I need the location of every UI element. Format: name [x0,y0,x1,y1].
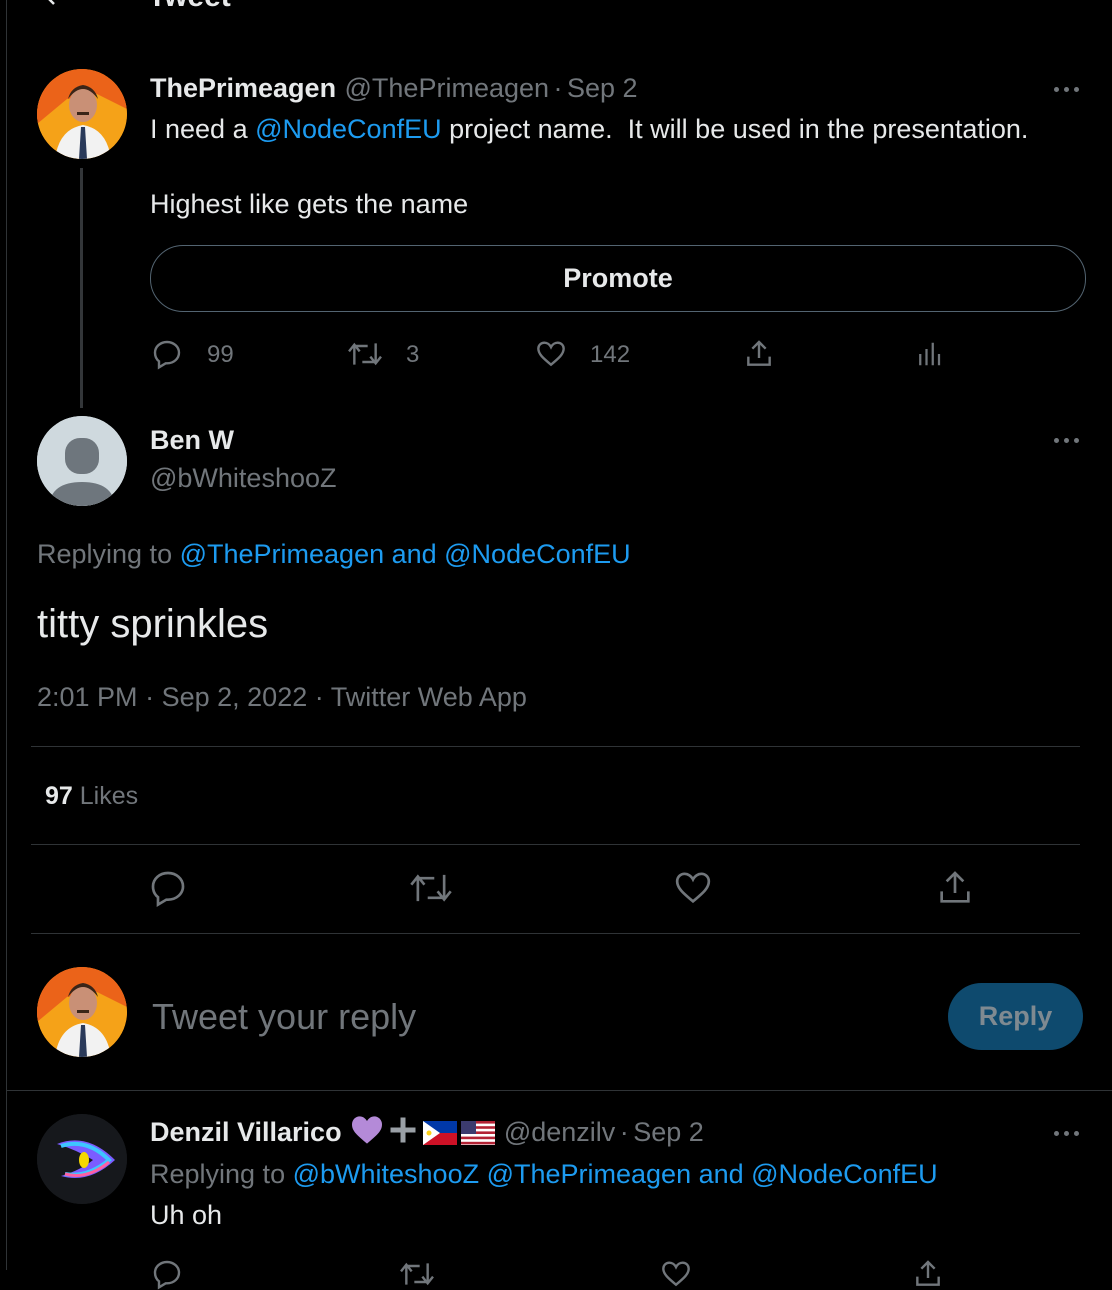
tweet-date[interactable]: Sep 2 [633,1117,704,1147]
thread-line [80,168,83,408]
promote-button[interactable]: Promote [150,245,1086,312]
likes-count: 97 [45,782,73,810]
reply-icon[interactable] [151,1258,183,1290]
mention-link[interactable]: @NodeConfEU [255,114,442,144]
reply-icon[interactable] [151,338,183,370]
analytics-icon[interactable] [914,338,944,370]
divider [31,746,1080,747]
divider [31,844,1080,845]
retweet-count: 3 [406,341,420,368]
tweet-date[interactable]: Sep 2, 2022 [162,682,308,712]
likes-stat[interactable]: 97 Likes [45,780,138,812]
author-name[interactable]: Denzil Villarico [150,1117,342,1147]
tweet-header: ThePrimeagen @ThePrimeagen · Sep 2 [150,71,638,110]
tweet-text: I need a @NodeConfEU project name. It wi… [150,112,1028,146]
retweet-icon[interactable] [398,1258,436,1290]
tweet-header: Denzil Villarico @denzilv · Sep 2 [150,1115,704,1158]
more-icon[interactable] [1054,435,1084,445]
replying-prefix: Replying to [37,539,180,569]
separator: · [619,1117,629,1147]
separator: · [553,73,563,103]
promote-label: Promote [563,263,673,293]
back-icon[interactable] [40,0,60,6]
reply-count: 99 [207,341,234,368]
replying-targets[interactable]: @ThePrimeagen and @NodeConfEU [180,539,631,569]
tweet-text-line2: Highest like gets the name [150,189,469,219]
divider [31,933,1080,934]
philippines-flag-icon [422,1121,457,1158]
like-icon[interactable] [673,868,713,908]
like-count: 142 [590,341,631,368]
tweet-text-part: I need a [150,114,256,144]
divider [6,1090,1112,1091]
tweet-text-part: project name. It will be used in the pre… [441,114,1029,144]
us-flag-icon [461,1121,496,1158]
likes-label: Likes [79,782,139,810]
reply-icon[interactable] [148,868,188,908]
replying-to: Replying to @bWhiteshooZ @ThePrimeagen a… [150,1157,938,1191]
tweet-meta: 2:01 PM · Sep 2, 2022 · Twitter Web App [37,680,527,714]
author-handle[interactable]: @denzilv [504,1117,615,1147]
like-icon[interactable] [535,338,567,370]
author-name[interactable]: Ben W [150,423,234,457]
more-icon[interactable] [1054,84,1084,94]
share-icon[interactable] [912,1258,944,1290]
tweet-time[interactable]: 2:01 PM [37,682,138,712]
avatar[interactable] [37,69,127,159]
tweet-text: titty sprinkles [37,602,269,646]
share-icon[interactable] [935,868,975,908]
plus-icon [388,1115,418,1158]
purple-heart-icon [350,1115,384,1158]
replying-to: Replying to @ThePrimeagen and @NodeConfE… [37,537,631,571]
tweet-text: Uh oh [150,1200,223,1230]
reply-button[interactable]: Reply [948,983,1083,1050]
separator: · [145,682,155,712]
avatar[interactable] [37,967,127,1057]
author-handle[interactable]: @ThePrimeagen [345,73,550,103]
reply-button-label: Reply [978,1001,1053,1031]
retweet-icon[interactable] [346,338,384,370]
replying-prefix: Replying to [150,1159,293,1189]
avatar[interactable] [37,416,127,506]
retweet-icon[interactable] [408,868,454,908]
separator: · [314,682,324,712]
replying-targets[interactable]: @bWhiteshooZ @ThePrimeagen and @NodeConf… [293,1159,938,1189]
tweet-date[interactable]: Sep 2 [567,73,638,103]
more-icon[interactable] [1054,1128,1084,1138]
tweet-source[interactable]: Twitter Web App [331,682,527,712]
share-icon[interactable] [743,338,775,370]
author-handle[interactable]: @bWhiteshooZ [150,461,336,495]
like-icon[interactable] [660,1258,692,1290]
reply-input[interactable]: Tweet your reply [152,995,912,1039]
page-title: Tweet [148,0,231,12]
author-name[interactable]: ThePrimeagen [150,73,336,103]
avatar[interactable] [37,1114,127,1204]
